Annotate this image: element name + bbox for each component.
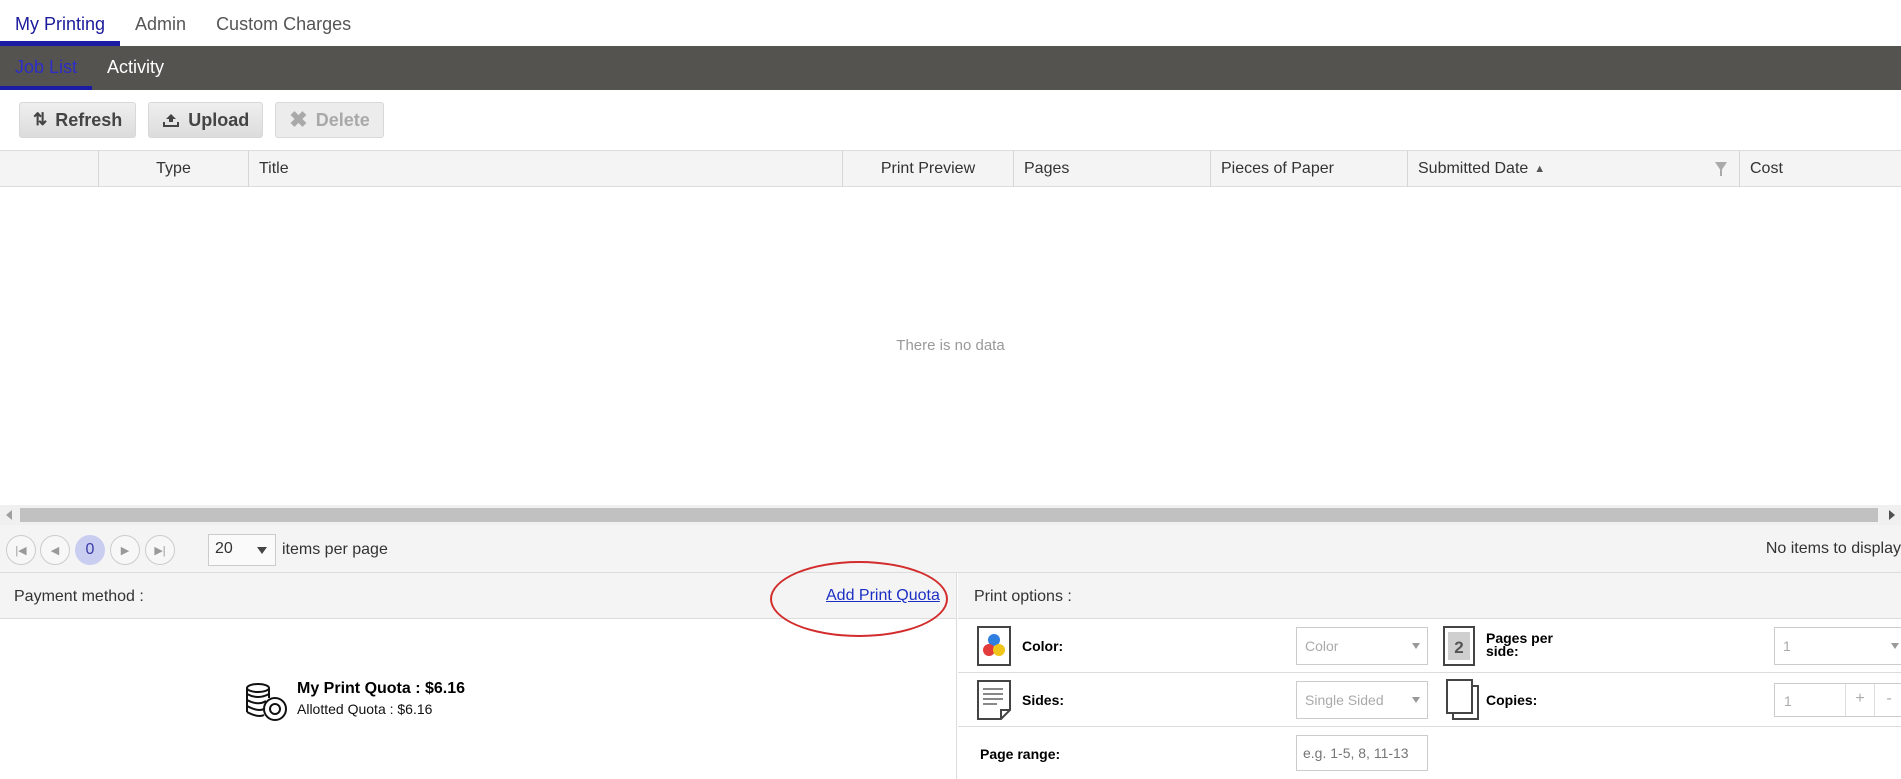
print-options-label: Print options : <box>974 588 1072 605</box>
column-type[interactable]: Type <box>99 151 249 187</box>
page-range-input[interactable] <box>1296 735 1428 771</box>
copies-value: 1 <box>1784 693 1792 709</box>
column-print-preview[interactable]: Print Preview <box>843 151 1014 187</box>
tab-activity[interactable]: Activity <box>92 46 179 90</box>
print-quota-balance: My Print Quota : $6.16 <box>297 680 466 697</box>
chevron-down-icon <box>1412 643 1420 649</box>
sides-select-value: Single Sided <box>1305 692 1384 708</box>
copies-label: Copies: <box>1486 692 1538 708</box>
refresh-label: Refresh <box>55 109 123 130</box>
print-options-row-2 <box>958 673 1901 727</box>
next-page-button[interactable]: ▶ <box>110 535 140 565</box>
copies-stepper[interactable]: 1 + - <box>1774 683 1901 717</box>
filter-icon[interactable] <box>1715 162 1727 176</box>
pages-per-side-label: Pages per side: <box>1486 630 1553 659</box>
last-page-button[interactable]: ▶| <box>145 535 175 565</box>
payment-method-label: Payment method : <box>14 588 144 605</box>
pages-per-side-icon: 2 <box>1443 626 1475 666</box>
first-page-button[interactable]: |◀ <box>6 535 36 565</box>
coins-icon <box>246 683 287 721</box>
column-pages[interactable]: Pages <box>1014 151 1211 187</box>
refresh-icon: ⇅ <box>33 110 48 129</box>
tab-my-printing[interactable]: My Printing <box>0 0 121 46</box>
job-toolbar: ⇅ Refresh Upload ✖ Delete <box>19 102 384 138</box>
scroll-right-icon[interactable] <box>1889 510 1895 520</box>
color-select-value: Color <box>1305 638 1339 654</box>
print-options-header: Print options : <box>958 573 1901 619</box>
payment-method-body <box>0 619 957 779</box>
tab-job-list[interactable]: Job List <box>0 46 93 90</box>
empty-grid-message: There is no data <box>896 337 1005 354</box>
column-cost[interactable]: Cost <box>1740 151 1901 187</box>
page-size-value: 20 <box>215 540 233 557</box>
sub-navigation: Job List Activity <box>0 46 1901 90</box>
column-pieces-of-paper[interactable]: Pieces of Paper <box>1211 151 1408 187</box>
items-per-page-label: items per page <box>282 541 388 558</box>
delete-label: Delete <box>315 109 370 130</box>
scroll-left-icon[interactable] <box>6 510 12 520</box>
copies-icon <box>1446 679 1479 720</box>
delete-button[interactable]: ✖ Delete <box>275 102 384 138</box>
column-submitted-date-label: Submitted Date <box>1418 160 1529 177</box>
color-label: Color: <box>1022 638 1064 654</box>
color-icon <box>977 626 1011 666</box>
horizontal-scrollbar[interactable] <box>0 505 1901 525</box>
sort-ascending-icon: ▲ <box>1534 163 1546 175</box>
tab-admin[interactable]: Admin <box>120 0 201 46</box>
tab-custom-charges[interactable]: Custom Charges <box>201 0 366 46</box>
pages-per-side-icon-number: 2 <box>1454 638 1463 657</box>
scrollbar-thumb[interactable] <box>20 508 1878 522</box>
current-page[interactable]: 0 <box>75 535 105 565</box>
color-select[interactable]: Color <box>1296 627 1428 665</box>
pages-per-side-select[interactable]: 1 <box>1774 627 1901 665</box>
upload-button[interactable]: Upload <box>148 102 264 138</box>
top-tabs: My Printing Admin Custom Charges <box>0 0 1901 46</box>
sides-select[interactable]: Single Sided <box>1296 681 1428 719</box>
sides-label: Sides: <box>1022 692 1065 708</box>
upload-label: Upload <box>188 109 250 130</box>
column-title[interactable]: Title <box>249 151 843 187</box>
grid-pager: |◀ ◀ 0 ▶ ▶| 20 items per page No items t… <box>0 525 1901 573</box>
chevron-down-icon <box>1891 643 1899 649</box>
sides-icon <box>977 680 1011 720</box>
print-options-row-1 <box>958 619 1901 673</box>
refresh-button[interactable]: ⇅ Refresh <box>19 102 137 138</box>
increment-button[interactable]: + <box>1845 684 1874 716</box>
chevron-down-icon <box>1412 697 1420 703</box>
pager-status: No items to display <box>1765 540 1901 557</box>
column-select[interactable] <box>0 151 99 187</box>
upload-icon <box>163 114 180 127</box>
close-icon: ✖ <box>289 107 308 132</box>
decrement-button[interactable]: - <box>1874 684 1901 716</box>
page-range-label: Page range: <box>980 746 1061 762</box>
chevron-down-icon <box>257 547 267 554</box>
page-size-select[interactable]: 20 <box>208 534 276 566</box>
pages-per-side-value: 1 <box>1783 638 1791 654</box>
previous-page-button[interactable]: ◀ <box>40 535 70 565</box>
job-grid-header: Type Title Print Preview Pages Pieces of… <box>0 150 1901 187</box>
print-options-row-3 <box>958 727 1901 779</box>
allotted-quota: Allotted Quota : $6.16 <box>297 701 433 717</box>
column-submitted-date[interactable]: Submitted Date ▲ <box>1408 151 1740 187</box>
